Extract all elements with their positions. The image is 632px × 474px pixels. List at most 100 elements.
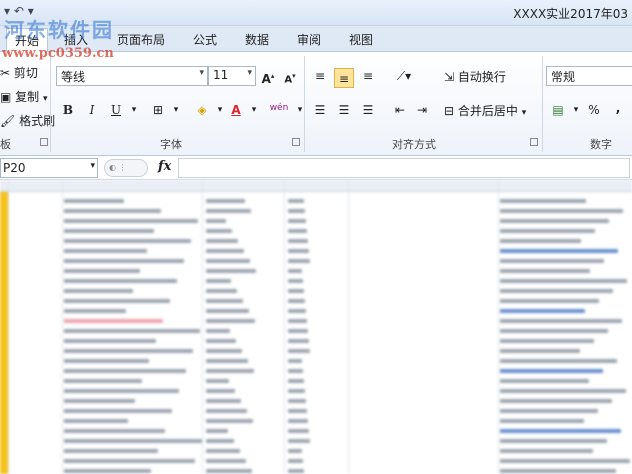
table-cell xyxy=(288,329,308,333)
italic-button[interactable]: I xyxy=(82,100,102,120)
table-row[interactable] xyxy=(0,196,632,206)
table-row[interactable] xyxy=(0,226,632,236)
bold-button[interactable]: B xyxy=(58,100,78,120)
align-center-icon[interactable]: ☰ xyxy=(334,100,354,120)
align-middle-icon[interactable]: ≡ xyxy=(334,68,354,88)
chevron-down-icon[interactable]: ▾ xyxy=(290,100,310,120)
align-right-icon[interactable]: ☰ xyxy=(358,100,378,120)
clipboard-launcher-icon[interactable] xyxy=(40,138,48,146)
table-row[interactable] xyxy=(0,266,632,276)
align-left-icon[interactable]: ☰ xyxy=(310,100,330,120)
table-cell xyxy=(64,419,128,423)
underline-button[interactable]: U xyxy=(106,100,126,120)
table-row[interactable] xyxy=(0,356,632,366)
cut-button[interactable]: ✂ 剪切 xyxy=(0,64,38,81)
table-row[interactable] xyxy=(0,456,632,466)
chevron-down-icon[interactable]: ▾ xyxy=(166,100,186,120)
quick-access-toolbar[interactable]: ▾ ↶ ▾ xyxy=(4,4,34,18)
table-row[interactable] xyxy=(0,306,632,316)
format-painter-button[interactable]: 🖌 格式刷 xyxy=(0,112,55,129)
table-row[interactable] xyxy=(0,416,632,426)
table-cell xyxy=(206,319,255,323)
font-launcher-icon[interactable] xyxy=(292,138,300,146)
merge-center-button[interactable]: ⊟ 合并后居中 ▾ xyxy=(444,102,526,119)
table-cell xyxy=(64,439,202,443)
tab-data[interactable]: 数据 xyxy=(245,31,269,48)
table-cell xyxy=(288,439,310,443)
font-size-combo[interactable]: 11 ▾ xyxy=(208,66,256,86)
tab-page-layout[interactable]: 页面布局 xyxy=(117,31,165,48)
table-cell xyxy=(206,439,234,443)
table-row[interactable] xyxy=(0,466,632,474)
percent-button[interactable]: % xyxy=(584,100,604,120)
borders-icon[interactable]: ⊞ xyxy=(148,100,168,120)
tab-home[interactable]: 开始 xyxy=(6,28,49,53)
orientation-icon[interactable]: ⟋▾ xyxy=(390,66,418,86)
table-row[interactable] xyxy=(0,366,632,376)
alignment-launcher-icon[interactable] xyxy=(530,138,538,146)
name-box[interactable]: P20 ▾ xyxy=(0,158,98,178)
table-row[interactable] xyxy=(0,336,632,346)
table-cell xyxy=(206,399,241,403)
table-row[interactable] xyxy=(0,396,632,406)
table-row[interactable] xyxy=(0,326,632,336)
spreadsheet-grid[interactable] xyxy=(0,180,632,474)
tab-review[interactable]: 审阅 xyxy=(297,31,321,48)
grow-font-icon: A xyxy=(261,72,271,86)
cut-label: 剪切 xyxy=(13,66,38,80)
grow-font-button[interactable]: A▴ xyxy=(258,66,278,86)
shrink-font-button[interactable]: A▾ xyxy=(280,66,300,86)
increase-indent-icon[interactable]: ⇥ xyxy=(412,100,432,120)
table-cell xyxy=(206,429,228,433)
table-cell xyxy=(64,339,156,343)
table-cell xyxy=(288,359,302,363)
chevron-down-icon[interactable]: ▾ xyxy=(566,100,586,120)
align-bottom-icon[interactable]: ≡ xyxy=(358,66,378,86)
copy-button[interactable]: ▣ 复制 ▾ xyxy=(0,88,48,105)
table-row[interactable] xyxy=(0,216,632,226)
table-row[interactable] xyxy=(0,446,632,456)
table-row[interactable] xyxy=(0,426,632,436)
table-row[interactable] xyxy=(0,206,632,216)
table-row[interactable] xyxy=(0,376,632,386)
table-cell xyxy=(64,209,161,213)
font-color-icon[interactable]: A xyxy=(226,100,246,120)
table-row[interactable] xyxy=(0,436,632,446)
table-row[interactable] xyxy=(0,286,632,296)
table-cell xyxy=(288,469,304,473)
table-row[interactable] xyxy=(0,406,632,416)
tab-view[interactable]: 视图 xyxy=(349,31,373,48)
table-row[interactable] xyxy=(0,276,632,286)
currency-icon[interactable]: ▤ xyxy=(548,100,568,120)
table-row[interactable] xyxy=(0,316,632,326)
table-row[interactable] xyxy=(0,236,632,246)
phonetic-icon[interactable]: wén xyxy=(266,98,292,118)
number-format-combo[interactable]: 常规 xyxy=(546,66,632,86)
table-cell xyxy=(206,349,242,353)
table-cell xyxy=(64,389,179,393)
table-cell xyxy=(500,459,630,463)
chevron-down-icon[interactable]: ▾ xyxy=(124,100,144,120)
table-row[interactable] xyxy=(0,386,632,396)
formula-input[interactable] xyxy=(178,158,630,178)
insert-function-button[interactable]: fx xyxy=(158,159,171,174)
decrease-indent-icon[interactable]: ⇤ xyxy=(390,100,410,120)
table-row[interactable] xyxy=(0,346,632,356)
tab-insert[interactable]: 插入 xyxy=(64,31,88,48)
tab-formulas[interactable]: 公式 xyxy=(193,31,217,48)
font-name-combo[interactable]: 等线 ▾ xyxy=(56,66,208,86)
wrap-text-button[interactable]: ⇲ 自动换行 xyxy=(444,68,506,85)
table-row[interactable] xyxy=(0,296,632,306)
fill-color-icon[interactable]: ◈ xyxy=(192,100,212,120)
table-cell xyxy=(64,409,172,413)
table-cell xyxy=(206,219,226,223)
table-cell xyxy=(288,199,304,203)
table-row[interactable] xyxy=(0,246,632,256)
table-cell xyxy=(288,449,302,453)
comma-button[interactable]: , xyxy=(608,98,628,118)
align-top-icon[interactable]: ≡ xyxy=(310,66,330,86)
table-row[interactable] xyxy=(0,256,632,266)
table-cell xyxy=(288,259,310,263)
chevron-down-icon[interactable]: ▾ xyxy=(244,100,264,120)
table-cell xyxy=(288,289,304,293)
